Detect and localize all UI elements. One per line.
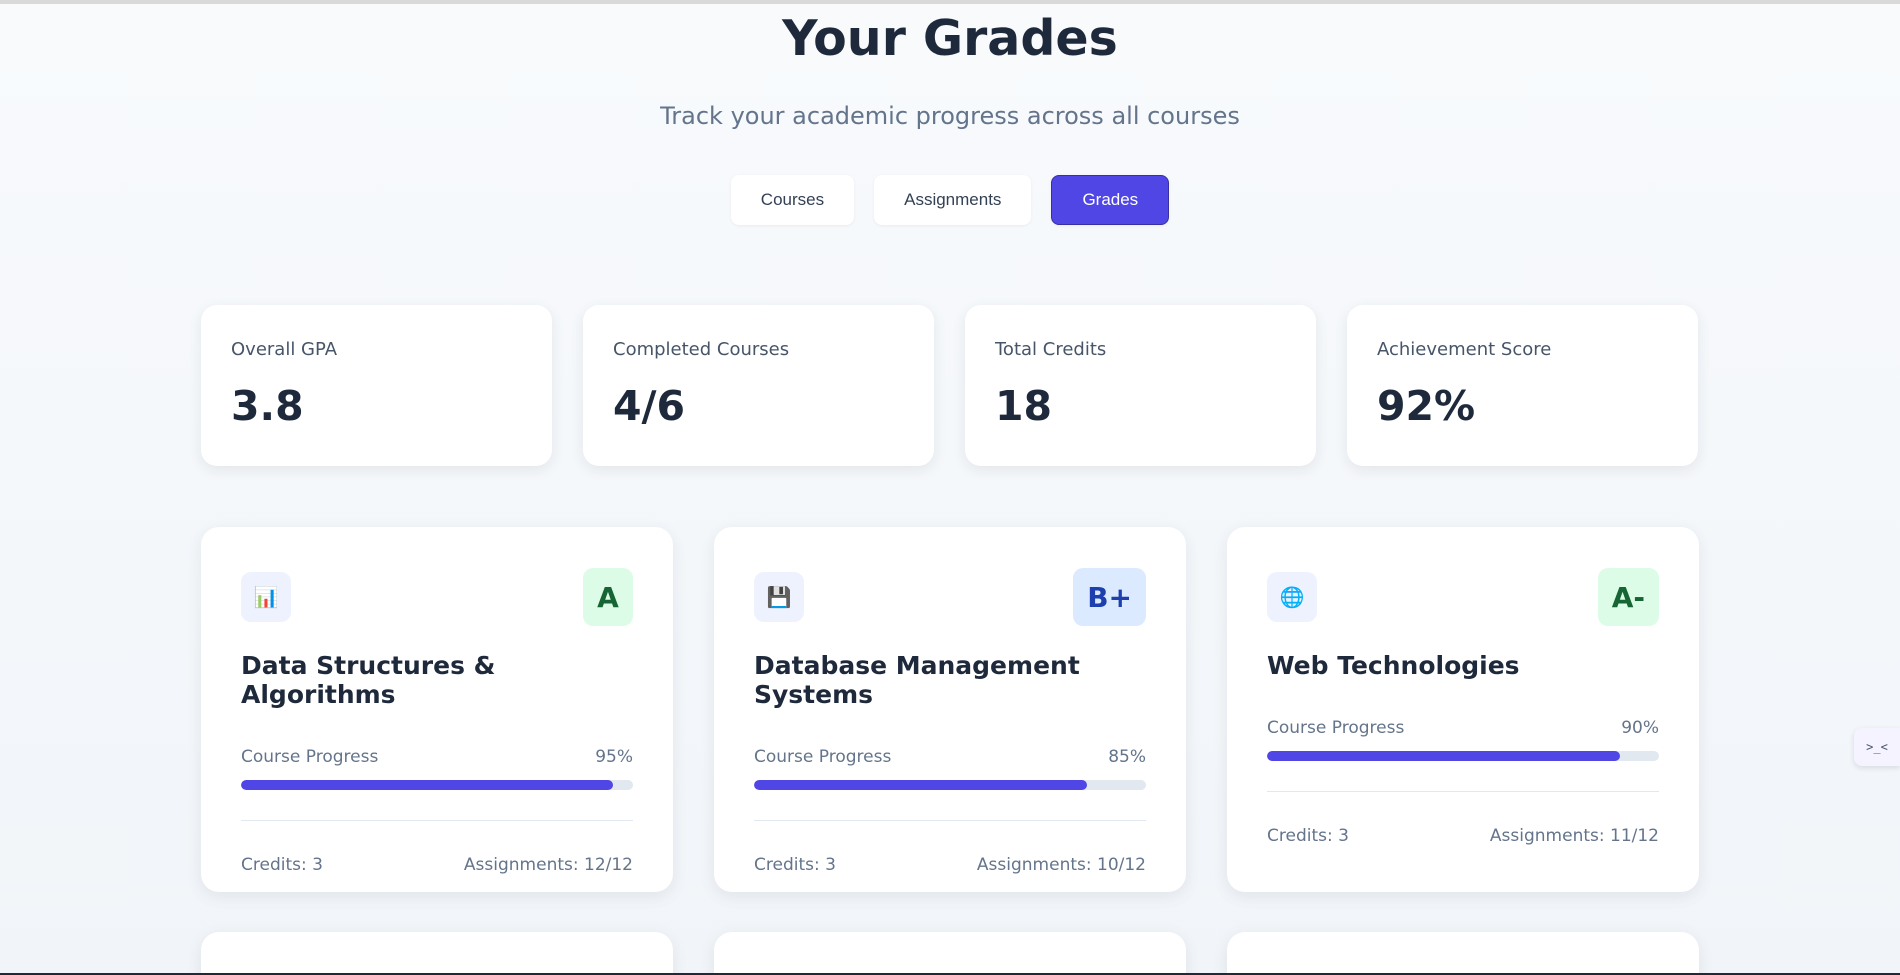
course-footer: Credits: 3 Assignments: 12/12 — [241, 855, 633, 875]
stat-label: Completed Courses — [613, 339, 790, 360]
course-title: Data Structures & Algorithms — [241, 651, 496, 709]
course-card[interactable]: 🌐 A- Web Technologies Course Progress 90… — [1227, 527, 1699, 892]
assignments-text: Assignments: 12/12 — [463, 855, 633, 875]
course-grid-next-row — [201, 932, 1701, 975]
stat-value: 3.8 — [231, 382, 304, 430]
progress-row: Course Progress 95% — [241, 747, 633, 767]
window-top-border — [0, 0, 1900, 4]
stat-card-achievement-score: Achievement Score 92% — [1347, 305, 1698, 466]
stat-label: Overall GPA — [231, 339, 338, 360]
stat-label: Achievement Score — [1377, 339, 1552, 360]
course-card-partial[interactable] — [1227, 932, 1699, 975]
grade-badge: A — [583, 568, 633, 626]
grade-badge: A- — [1597, 568, 1659, 626]
progress-fill — [1267, 751, 1620, 761]
progress-row: Course Progress 85% — [754, 747, 1146, 767]
course-card[interactable]: 💾 B+ Database Management Systems Course … — [714, 527, 1186, 892]
stat-label: Total Credits — [995, 339, 1107, 360]
grades-page: Your Grades Track your academic progress… — [0, 0, 1900, 975]
progress-bar — [1267, 751, 1659, 761]
tab-assignments[interactable]: Assignments — [874, 175, 1032, 225]
nav-tabs: Courses Assignments Grades — [0, 175, 1900, 225]
progress-percent: 95% — [595, 747, 633, 767]
bar-chart-icon: 📊 — [241, 572, 291, 622]
course-card-header: 📊 A — [241, 567, 633, 627]
progress-bar — [241, 780, 633, 790]
assignments-text: Assignments: 11/12 — [1489, 826, 1659, 846]
extension-widget-icon[interactable]: >_< — [1854, 728, 1900, 766]
course-card-partial[interactable] — [201, 932, 673, 975]
progress-label: Course Progress — [754, 747, 892, 767]
credits-text: Credits: 3 — [754, 855, 836, 875]
course-footer: Credits: 3 Assignments: 10/12 — [754, 855, 1146, 875]
divider — [754, 820, 1146, 821]
globe-icon: 🌐 — [1267, 572, 1317, 622]
stat-value: 92% — [1377, 382, 1476, 430]
tab-grades[interactable]: Grades — [1051, 175, 1170, 225]
page-subtitle: Track your academic progress across all … — [660, 102, 1240, 130]
course-grid: 📊 A Data Structures & Algorithms Course … — [201, 527, 1701, 892]
stat-value: 18 — [995, 382, 1053, 430]
stat-card-completed-courses: Completed Courses 4/6 — [583, 305, 934, 466]
assignments-text: Assignments: 10/12 — [976, 855, 1146, 875]
progress-label: Course Progress — [241, 747, 379, 767]
progress-percent: 90% — [1621, 718, 1659, 738]
stat-card-gpa: Overall GPA 3.8 — [201, 305, 552, 466]
course-card-header: 🌐 A- — [1267, 567, 1659, 627]
credits-text: Credits: 3 — [241, 855, 323, 875]
course-title: Web Technologies — [1267, 651, 1520, 680]
progress-row: Course Progress 90% — [1267, 718, 1659, 738]
stat-card-total-credits: Total Credits 18 — [965, 305, 1316, 466]
grade-badge: B+ — [1073, 568, 1146, 626]
course-title: Database Management Systems — [754, 651, 1080, 709]
course-footer: Credits: 3 Assignments: 11/12 — [1267, 826, 1659, 846]
credits-text: Credits: 3 — [1267, 826, 1349, 846]
tab-courses[interactable]: Courses — [730, 175, 855, 225]
course-card[interactable]: 📊 A Data Structures & Algorithms Course … — [201, 527, 673, 892]
stat-value: 4/6 — [613, 382, 686, 430]
divider — [1267, 791, 1659, 792]
progress-percent: 85% — [1108, 747, 1146, 767]
progress-bar — [754, 780, 1146, 790]
divider — [241, 820, 633, 821]
floppy-disk-icon: 💾 — [754, 572, 804, 622]
stats-row: Overall GPA 3.8 Completed Courses 4/6 To… — [201, 305, 1701, 466]
progress-fill — [754, 780, 1088, 790]
course-card-header: 💾 B+ — [754, 567, 1146, 627]
page-title: Your Grades — [782, 10, 1118, 67]
progress-label: Course Progress — [1267, 718, 1405, 738]
progress-fill — [241, 780, 614, 790]
course-card-partial[interactable] — [714, 932, 1186, 975]
